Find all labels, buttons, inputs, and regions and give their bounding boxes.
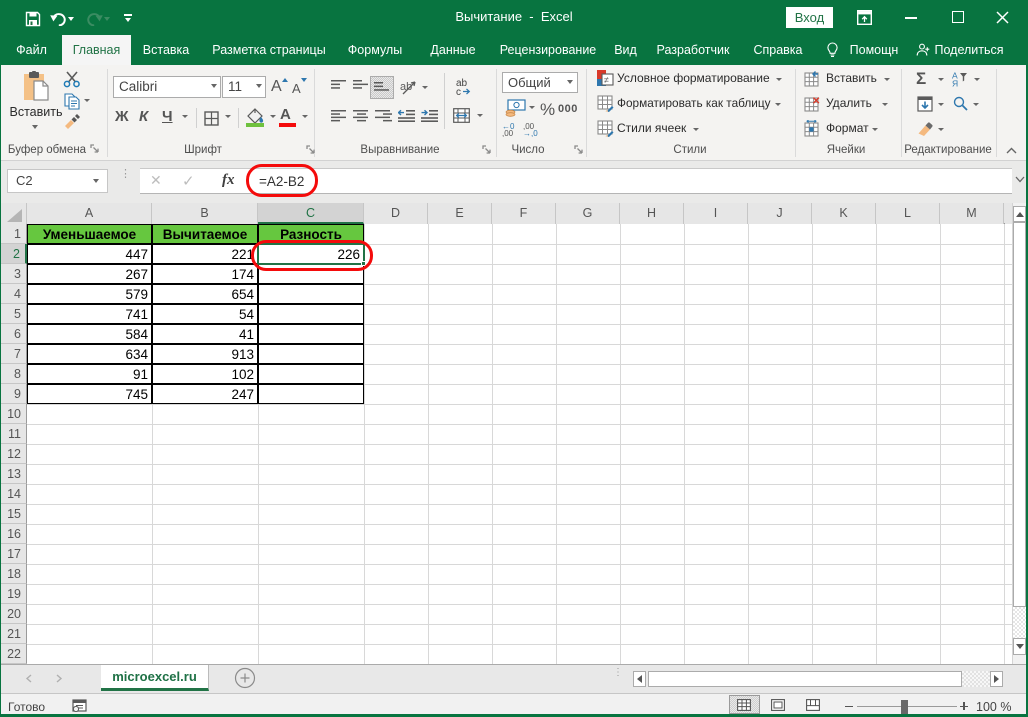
svg-text:→,0: →,0 (523, 129, 538, 137)
svg-text:,00: ,00 (502, 129, 514, 137)
svg-text:≠: ≠ (604, 75, 609, 85)
svg-text:✕: ✕ (812, 96, 820, 107)
svg-text:Я: Я (952, 79, 958, 88)
svg-text:c: c (456, 87, 461, 96)
